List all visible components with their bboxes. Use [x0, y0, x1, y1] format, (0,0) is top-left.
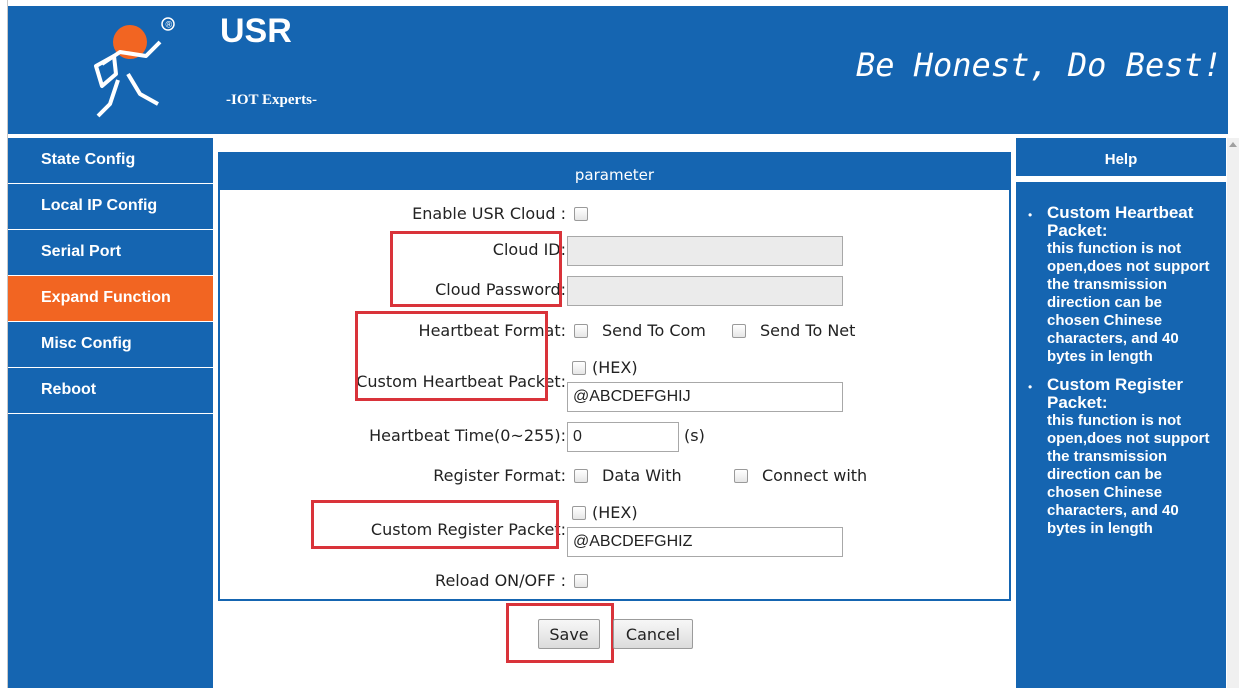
highlight-heartbeat [355, 311, 548, 401]
custom-heartbeat-input[interactable] [567, 382, 843, 412]
sidebar-item-reboot[interactable]: Reboot [8, 368, 213, 414]
sidebar-item-serial-port[interactable]: Serial Port [8, 230, 213, 276]
help-panel: Help • Custom Heartbeat Packet: this fun… [1016, 138, 1226, 688]
data-with-label: Data With [602, 466, 682, 485]
cancel-button[interactable]: Cancel [613, 619, 693, 649]
help-item-title: Custom Heartbeat Packet: [1047, 203, 1194, 240]
page-left-border [0, 0, 8, 688]
sidebar-item-expand-function[interactable]: Expand Function [8, 276, 213, 322]
scroll-up-arrow-icon[interactable] [1229, 142, 1237, 147]
brand-subtitle: -IOT Experts- [226, 92, 317, 108]
register-format-label: Register Format: [433, 466, 566, 485]
help-item: • Custom Heartbeat Packet: this function… [1024, 204, 1218, 366]
send-to-net-checkbox[interactable] [732, 324, 746, 338]
bullet-icon: • [1028, 380, 1033, 394]
save-button[interactable]: Save [538, 619, 600, 649]
heartbeat-time-input[interactable] [567, 422, 679, 452]
help-title: Help [1016, 138, 1226, 182]
enable-cloud-label: Enable USR Cloud : [412, 204, 566, 223]
reload-checkbox[interactable] [574, 574, 588, 588]
help-item-text: this function is not open,does not suppo… [1047, 412, 1210, 537]
help-item: • Custom Register Packet: this function … [1024, 376, 1218, 538]
bullet-icon: • [1028, 208, 1033, 222]
row-cloud-password: Cloud Password: [220, 276, 1009, 306]
registered-mark: ® [166, 20, 173, 30]
scrollbar[interactable] [1227, 138, 1239, 688]
help-list: • Custom Heartbeat Packet: this function… [1016, 182, 1226, 538]
panel-title: parameter [220, 154, 1009, 190]
send-to-com-checkbox[interactable] [574, 324, 588, 338]
connect-with-checkbox[interactable] [734, 469, 748, 483]
usr-logo-icon: ® [94, 17, 175, 118]
heartbeat-time-label: Heartbeat Time(0~255): [369, 426, 566, 445]
sidebar-item-state-config[interactable]: State Config [8, 138, 213, 184]
row-register-format: Register Format: Data With Connect with [220, 462, 1009, 492]
data-with-checkbox[interactable] [574, 469, 588, 483]
brand-name: USR [220, 12, 292, 50]
row-cloud-id: Cloud ID: [220, 236, 1009, 266]
header-banner: ® USR -IOT Experts- Be Honest, Do Best! [8, 6, 1228, 134]
connect-with-label: Connect with [762, 466, 868, 485]
highlight-register [311, 500, 559, 549]
sidebar-nav: State Config Local IP Config Serial Port… [8, 138, 213, 688]
heartbeat-time-unit: (s) [684, 426, 705, 445]
reload-label: Reload ON/OFF : [435, 571, 566, 590]
highlight-cloud-credentials [390, 231, 562, 307]
sidebar-item-local-ip-config[interactable]: Local IP Config [8, 184, 213, 230]
send-to-net-label: Send To Net [760, 321, 856, 340]
cloud-id-input[interactable] [567, 236, 843, 266]
row-heartbeat-time: Heartbeat Time(0~255): (s) [220, 422, 1009, 452]
slogan: Be Honest, Do Best! [855, 46, 1222, 84]
sidebar-item-misc-config[interactable]: Misc Config [8, 322, 213, 368]
send-to-com-label: Send To Com [602, 321, 706, 340]
row-enable-cloud: Enable USR Cloud : [220, 200, 1009, 230]
custom-register-input[interactable] [567, 527, 843, 557]
cloud-password-input[interactable] [567, 276, 843, 306]
help-item-title: Custom Register Packet: [1047, 375, 1184, 412]
help-item-text: this function is not open,does not suppo… [1047, 240, 1210, 365]
row-heartbeat-format: Heartbeat Format: Send To Com Send To Ne… [220, 317, 1009, 347]
row-reload: Reload ON/OFF : [220, 567, 1009, 597]
enable-cloud-checkbox[interactable] [574, 207, 588, 221]
